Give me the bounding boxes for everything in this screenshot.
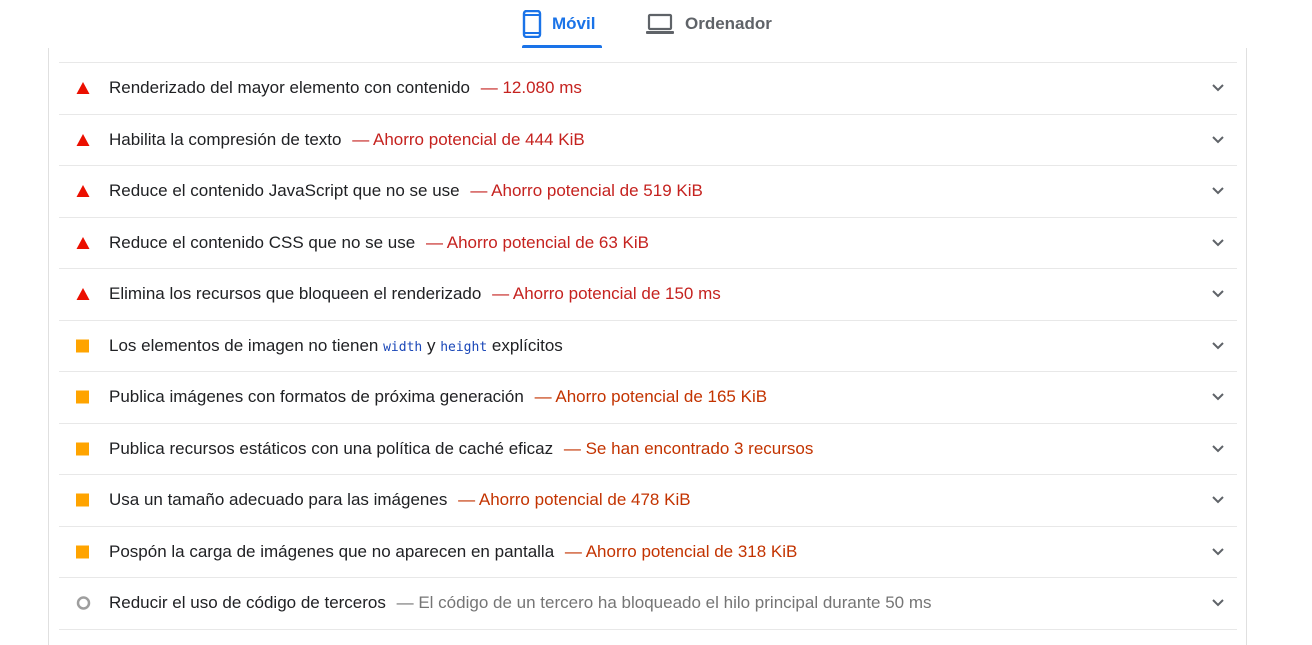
audit-detail: — Ahorro potencial de 165 KiB (534, 387, 768, 407)
audit-title: Usa un tamaño adecuado para las imágenes (109, 490, 448, 510)
orange-square-icon (76, 339, 89, 353)
orange-square-icon (76, 493, 89, 507)
audit-title: Habilita la compresión de texto (109, 129, 342, 149)
audit-title: Elimina los recursos que bloqueen el ren… (109, 284, 482, 304)
audit-row[interactable]: Los elementos de imagen no tienen width … (59, 321, 1237, 372)
chevron-down-icon[interactable] (1211, 135, 1225, 145)
audit-title-post: explícitos (491, 335, 563, 355)
audit-text: Pospón la carga de imágenes que no apare… (109, 542, 797, 562)
audit-title: Publica imágenes con formatos de próxima… (109, 387, 524, 407)
audit-text: Los elementos de imagen no tienen width … (109, 336, 563, 356)
audit-row[interactable]: Renderizado del mayor elemento con conte… (59, 63, 1237, 115)
audit-row[interactable]: Reduce el contenido JavaScript que no se… (59, 166, 1237, 218)
audit-text: Habilita la compresión de texto — Ahorro… (109, 130, 585, 150)
audit-text: Publica imágenes con formatos de próxima… (109, 387, 767, 407)
audit-title: Pospón la carga de imágenes que no apare… (109, 541, 555, 561)
chevron-down-icon[interactable] (1211, 444, 1225, 454)
tab-desktop-label: Ordenador (685, 14, 772, 33)
audit-text: Publica recursos estáticos con una polít… (109, 439, 813, 459)
chevron-down-icon[interactable] (1211, 341, 1225, 351)
audit-title: Reduce el contenido CSS que no se use (109, 232, 416, 252)
tab-desktop[interactable]: Ordenador (645, 0, 772, 48)
audit-detail: — El código de un tercero ha bloqueado e… (396, 593, 932, 613)
tab-mobile[interactable]: Móvil (522, 0, 602, 48)
audit-detail: — Se han encontrado 3 recursos (563, 438, 814, 458)
audit-detail: — Ahorro potencial de 318 KiB (564, 541, 798, 561)
audit-detail: — Ahorro potencial de 444 KiB (352, 129, 585, 149)
audit-row[interactable]: Usa un tamaño adecuado para las imágenes… (59, 475, 1237, 527)
audit-row[interactable]: Pospón la carga de imágenes que no apare… (59, 527, 1237, 578)
tab-mobile-label: Móvil (552, 14, 596, 33)
orange-square-icon (76, 442, 89, 456)
audit-detail: — Ahorro potencial de 63 KiB (425, 232, 649, 252)
audit-text: Renderizado del mayor elemento con conte… (109, 78, 582, 98)
laptop-icon (645, 13, 675, 35)
audit-text: Reduce el contenido CSS que no se use — … (109, 233, 649, 253)
red-triangle-icon (76, 82, 90, 95)
chevron-down-icon[interactable] (1211, 495, 1225, 505)
audit-row[interactable]: Elimina los recursos que bloqueen el ren… (59, 269, 1237, 321)
audit-title: Reducir el uso de código de terceros (109, 593, 386, 613)
chevron-down-icon[interactable] (1211, 392, 1225, 402)
audit-title-pre: Los elementos de imagen no tienen (109, 335, 379, 355)
audit-title: Renderizado del mayor elemento con conte… (109, 78, 471, 98)
audit-detail: — Ahorro potencial de 478 KiB (458, 490, 691, 510)
red-triangle-icon (76, 288, 90, 301)
audit-row[interactable]: Reducir el uso de código de terceros — E… (59, 578, 1237, 630)
orange-square-icon (76, 545, 89, 559)
audit-text: Reducir el uso de código de terceros — E… (109, 593, 932, 613)
chevron-down-icon[interactable] (1211, 598, 1225, 608)
chevron-down-icon[interactable] (1211, 83, 1225, 93)
red-triangle-icon (76, 185, 90, 198)
audit-row[interactable]: Habilita la compresión de texto — Ahorro… (59, 115, 1237, 166)
smartphone-icon (522, 10, 542, 38)
code-width: width (383, 339, 423, 355)
audit-text: Elimina los recursos que bloqueen el ren… (109, 284, 721, 304)
audit-row[interactable]: Reduce el contenido CSS que no se use — … (59, 218, 1237, 269)
chevron-down-icon[interactable] (1211, 238, 1225, 248)
device-tabs: Móvil Ordenador (0, 0, 1312, 48)
audit-title: Publica recursos estáticos con una polít… (109, 438, 554, 458)
audit-title: Reduce el contenido JavaScript que no se… (109, 181, 460, 201)
audit-row[interactable]: Publica recursos estáticos con una polít… (59, 424, 1237, 475)
chevron-down-icon[interactable] (1211, 547, 1225, 557)
red-triangle-icon (76, 236, 90, 249)
chevron-down-icon[interactable] (1211, 186, 1225, 196)
chevron-down-icon[interactable] (1211, 289, 1225, 299)
code-height: height (440, 339, 488, 355)
audit-list: Renderizado del mayor elemento con conte… (59, 62, 1237, 630)
orange-square-icon (76, 390, 89, 404)
gray-circle-icon (76, 596, 91, 610)
audit-detail: — 12.080 ms (480, 78, 582, 98)
audit-text: Usa un tamaño adecuado para las imágenes… (109, 490, 691, 510)
audit-detail: — Ahorro potencial de 150 ms (492, 284, 721, 304)
red-triangle-icon (76, 133, 90, 146)
audits-panel: Renderizado del mayor elemento con conte… (48, 48, 1247, 645)
audit-row[interactable]: Publica imágenes con formatos de próxima… (59, 372, 1237, 424)
audit-detail: — Ahorro potencial de 519 KiB (470, 181, 703, 201)
audit-title-mid: y (426, 335, 436, 355)
audit-text: Reduce el contenido JavaScript que no se… (109, 181, 703, 201)
